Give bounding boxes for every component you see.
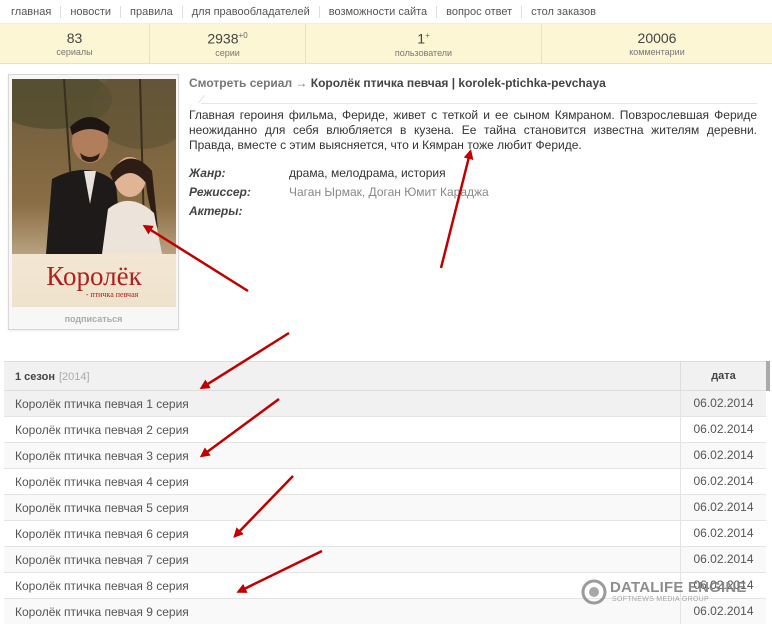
title-divider	[201, 103, 757, 104]
episode-row[interactable]: Королёк птичка певчая 3 серия 06.02.2014	[4, 443, 766, 469]
top-nav: главная новости правила для правообладат…	[0, 0, 772, 24]
episode-link[interactable]: Королёк птичка певчая 7 серия	[15, 553, 189, 567]
stat-users: 1+ пользователи	[306, 24, 542, 63]
stat-comments-value: 20006	[637, 29, 677, 46]
episode-date: 06.02.2014	[680, 521, 766, 546]
watermark-name: DATALIFE ENGINE	[610, 579, 747, 596]
stat-comments: 20006 комментарии	[542, 24, 772, 63]
nav-home[interactable]: главная	[2, 5, 62, 18]
episode-link[interactable]: Королёк птичка певчая 5 серия	[15, 501, 189, 515]
season-name: 1 сезон	[15, 371, 55, 383]
nav-copyright[interactable]: для правообладателей	[183, 5, 320, 18]
poster-title-small: - птичка певчая	[86, 290, 139, 299]
episode-link[interactable]: Королёк птичка певчая 8 серия	[15, 579, 189, 593]
stat-episodes-label: серии	[215, 47, 240, 58]
episode-row[interactable]: Королёк птичка певчая 1 серия 06.02.2014	[4, 391, 766, 417]
episode-link[interactable]: Королёк птичка певчая 9 серия	[15, 605, 189, 619]
stat-comments-label: комментарии	[629, 46, 685, 57]
nav-orders[interactable]: стол заказов	[522, 6, 605, 18]
title-notch	[197, 95, 213, 103]
nav-rules[interactable]: правила	[121, 5, 183, 18]
scrollbar[interactable]	[766, 361, 770, 391]
datalife-logo-icon	[581, 579, 607, 605]
episode-link[interactable]: Королёк птичка певчая 1 серия	[15, 397, 189, 411]
genre-label: Жанр:	[189, 166, 226, 180]
director-label: Режиссер:	[189, 185, 251, 199]
stat-episodes-value: 2938	[207, 30, 239, 47]
date-column-header: дата	[680, 362, 766, 390]
poster-image[interactable]: Королёк - птичка певчая	[12, 79, 176, 307]
episode-row[interactable]: Королёк птичка певчая 4 серия 06.02.2014	[4, 469, 766, 495]
director-value: Чаган Ырмак, Доган Юмит Караджа	[289, 185, 489, 199]
episode-date: 06.02.2014	[680, 417, 766, 442]
nav-faq[interactable]: вопрос ответ	[437, 5, 523, 18]
season-year: [2014]	[58, 371, 90, 383]
episode-link[interactable]: Королёк птичка певчая 6 серия	[15, 527, 189, 541]
stat-users-label: пользователи	[394, 47, 453, 58]
poster-illustration: Королёк - птичка певчая	[12, 79, 176, 307]
episode-row[interactable]: Королёк птичка певчая 5 серия 06.02.2014	[4, 495, 766, 521]
stat-users-value: 1	[417, 30, 426, 47]
subscribe-button[interactable]: подписаться	[9, 314, 178, 324]
nav-news[interactable]: новости	[61, 5, 122, 18]
episode-date: 06.02.2014	[680, 495, 766, 520]
actors-label: Актеры:	[189, 204, 243, 218]
episode-row[interactable]: Королёк птичка певчая 7 серия 06.02.2014	[4, 547, 766, 573]
episode-row[interactable]: Королёк птичка певчая 6 серия 06.02.2014	[4, 521, 766, 547]
stat-episodes: 2938+0 серии	[150, 24, 306, 63]
episode-link[interactable]: Королёк птичка певчая 2 серия	[15, 423, 189, 437]
season-label[interactable]: 1 сезон [2014]	[15, 371, 90, 383]
episode-table-header: 1 сезон [2014] дата	[4, 361, 770, 391]
poster-title-big: Королёк	[46, 261, 142, 291]
series-description: Главная героиня фильма, Фериде, живет с …	[189, 108, 757, 152]
episode-date: 06.02.2014	[680, 443, 766, 468]
watermark-sub: SOFTNEWS MEDIA GROUP	[612, 596, 710, 603]
episode-date: 06.02.2014	[680, 391, 766, 416]
stat-series-value: 83	[66, 29, 83, 46]
genre-value: драма, мелодрама, история	[289, 166, 446, 180]
stat-episodes-delta: +0	[238, 31, 248, 41]
poster-card: Королёк - птичка певчая подписаться	[8, 74, 179, 330]
title-text: Королёк птичка певчая | korolek-ptichka-…	[310, 76, 606, 90]
episode-date: 06.02.2014	[680, 469, 766, 494]
stat-series: 83 сериалы	[0, 24, 150, 63]
stats-bar: 83 сериалы 2938+0 серии 1+ пользователи …	[0, 24, 772, 64]
episode-row[interactable]: Королёк птичка певчая 2 серия 06.02.2014	[4, 417, 766, 443]
episode-link[interactable]: Королёк птичка певчая 4 серия	[15, 475, 189, 489]
nav-features[interactable]: возможности сайта	[320, 5, 438, 18]
stat-users-delta: +	[425, 31, 430, 41]
page-title: Смотреть сериал → Королёк птичка певчая …	[189, 76, 606, 90]
episode-date: 06.02.2014	[680, 547, 766, 572]
stat-series-label: сериалы	[56, 46, 93, 57]
episode-link[interactable]: Королёк птичка певчая 3 серия	[15, 449, 189, 463]
title-prefix: Смотреть сериал →	[189, 76, 311, 90]
datalife-watermark: DATALIFE ENGINE SOFTNEWS MEDIA GROUP	[580, 578, 770, 608]
